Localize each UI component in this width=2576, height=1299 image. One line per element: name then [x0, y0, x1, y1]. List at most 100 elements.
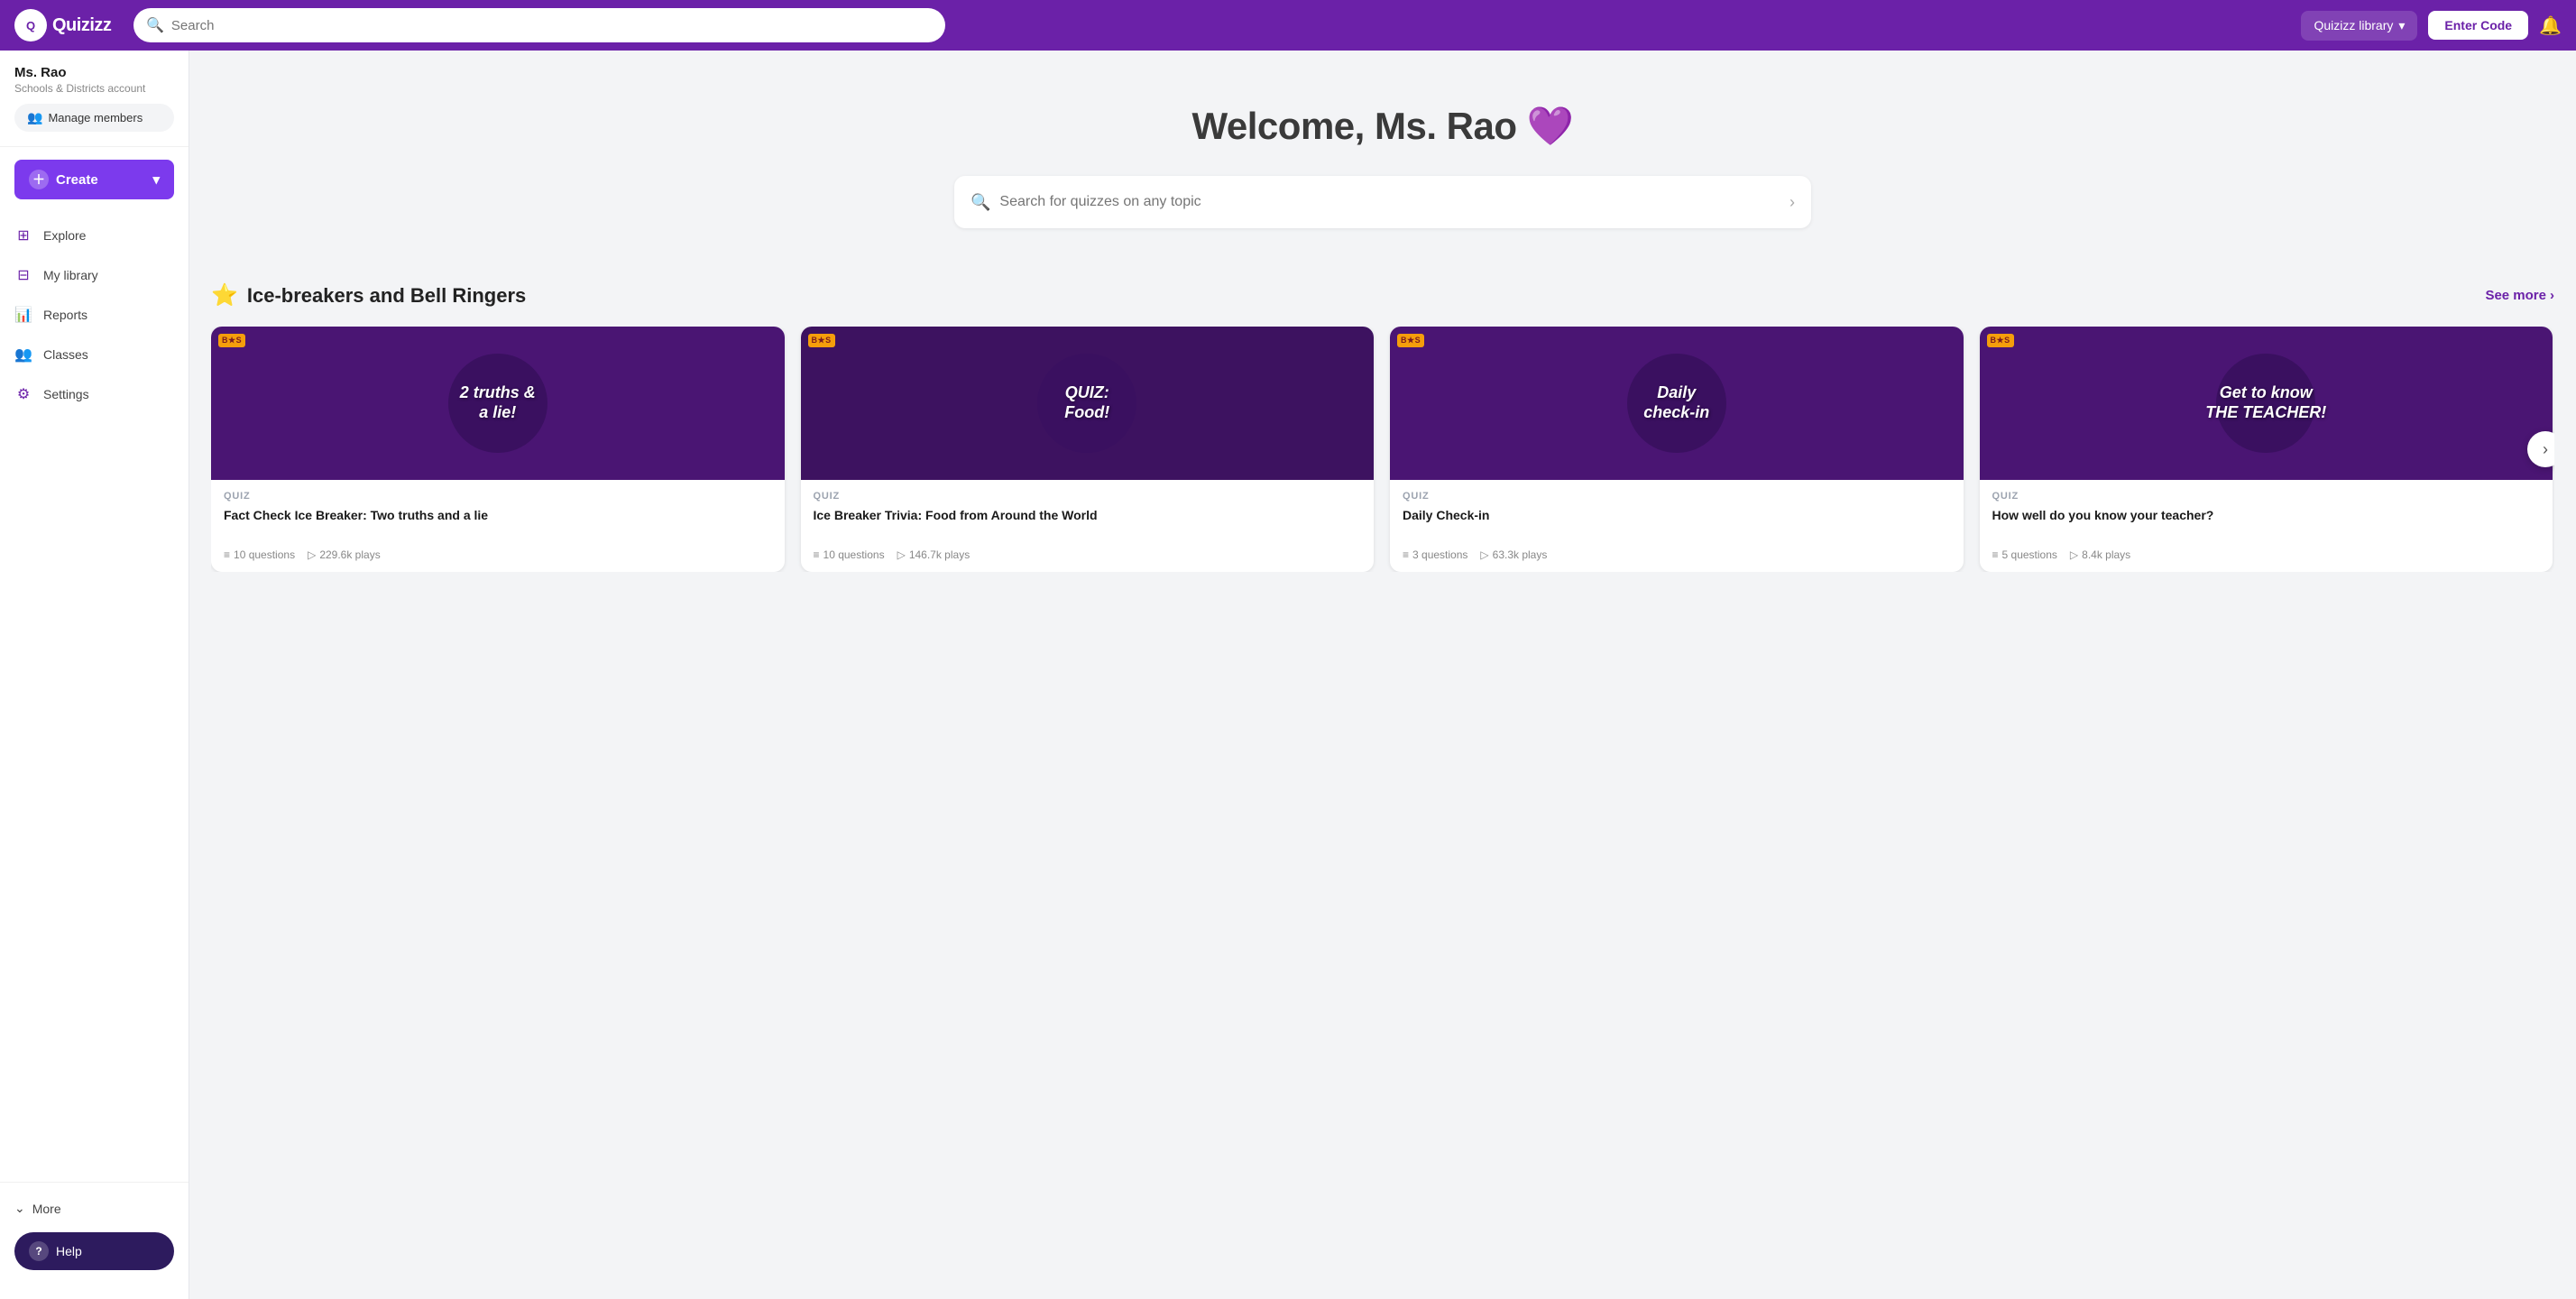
chevron-down-icon: ▾: [2398, 18, 2405, 33]
help-label: Help: [56, 1244, 82, 1258]
main-content: Welcome, Ms. Rao 💜 🔍 › ⭐ Ice-breakers an…: [189, 51, 2576, 1299]
section-title: ⭐ Ice-breakers and Bell Ringers: [211, 282, 526, 309]
sidebar-item-label-reports: Reports: [43, 308, 87, 322]
quiz-plays-meta: ▷ 63.3k plays: [1480, 548, 1547, 561]
quiz-card-info: QUIZ Ice Breaker Trivia: Food from Aroun…: [801, 480, 1375, 572]
quiz-card-info: QUIZ Daily Check-in ≡ 3 questions ▷ 63.3…: [1390, 480, 1964, 572]
quiz-questions-meta: ≡ 5 questions: [1992, 548, 2057, 561]
user-account-type: Schools & Districts account: [14, 82, 174, 95]
explore-icon: ⊞: [14, 226, 32, 244]
sidebar-item-explore[interactable]: ⊞ Explore: [0, 216, 189, 255]
help-button[interactable]: ? Help: [14, 1232, 174, 1270]
quiz-plays-meta: ▷ 146.7k plays: [897, 548, 971, 561]
quiz-card-badge: B★S: [808, 334, 835, 347]
create-button[interactable]: ＋ Create ▾: [14, 160, 174, 199]
quiz-section: ⭐ Ice-breakers and Bell Ringers See more…: [189, 255, 2576, 590]
topnav-search-bar[interactable]: 🔍: [133, 8, 945, 42]
quiz-label: QUIZ: [1992, 491, 2541, 502]
logo-icon: Q: [14, 9, 47, 41]
quiz-questions-count: 5 questions: [2002, 548, 2057, 561]
create-btn-left: ＋ Create: [29, 170, 98, 189]
quiz-card-image: B★S Dailycheck-in: [1390, 327, 1964, 480]
main-search-input[interactable]: [999, 194, 1780, 210]
quiz-card[interactable]: B★S QUIZ:Food! QUIZ Ice Breaker Trivia: …: [801, 327, 1375, 572]
quiz-card-badge: B★S: [1987, 334, 2014, 347]
quiz-questions-count: 10 questions: [823, 548, 885, 561]
quiz-questions-meta: ≡ 10 questions: [224, 548, 295, 561]
topnav: Q Quizizz 🔍 Quizizz library ▾ Enter Code…: [0, 0, 2576, 51]
topnav-search-input[interactable]: [171, 18, 933, 33]
nav-right: Quizizz library ▾ Enter Code 🔔: [2301, 11, 2562, 41]
quiz-card-title: Fact Check Ice Breaker: Two truths and a…: [224, 507, 772, 541]
section-header: ⭐ Ice-breakers and Bell Ringers See more…: [211, 282, 2554, 309]
see-more-arrow-icon: ›: [2550, 288, 2554, 303]
manage-members-label: Manage members: [48, 111, 143, 124]
sidebar-item-my-library[interactable]: ⊟ My library: [0, 255, 189, 295]
reports-icon: 📊: [14, 306, 32, 324]
settings-icon: ⚙: [14, 385, 32, 403]
quiz-card[interactable]: B★S Get to knowTHE TEACHER! QUIZ How wel…: [1980, 327, 2553, 572]
plays-icon: ▷: [2070, 548, 2078, 561]
quiz-label: QUIZ: [1403, 491, 1951, 502]
logo-initials: Q: [26, 19, 35, 32]
quiz-questions-count: 10 questions: [234, 548, 295, 561]
quiz-plays-count: 8.4k plays: [2082, 548, 2130, 561]
plays-icon: ▷: [897, 548, 906, 561]
quiz-label: QUIZ: [224, 491, 772, 502]
sidebar-item-label-classes: Classes: [43, 347, 88, 362]
welcome-section: Welcome, Ms. Rao 💜 🔍 ›: [189, 51, 2576, 255]
create-chevron-icon: ▾: [152, 171, 160, 188]
library-icon: ⊟: [14, 266, 32, 284]
quiz-card[interactable]: B★S 2 truths &a lie! QUIZ Fact Check Ice…: [211, 327, 785, 572]
sidebar-item-settings[interactable]: ⚙ Settings: [0, 374, 189, 414]
create-plus-icon: ＋: [29, 170, 49, 189]
plays-icon: ▷: [1480, 548, 1488, 561]
manage-members-button[interactable]: 👥 Manage members: [14, 104, 174, 132]
notification-bell-button[interactable]: 🔔: [2539, 14, 2562, 37]
library-label: Quizizz library: [2314, 18, 2393, 32]
quiz-card-overlay-text: 2 truths &a lie!: [456, 380, 539, 426]
sidebar-item-classes[interactable]: 👥 Classes: [0, 335, 189, 374]
quiz-plays-meta: ▷ 229.6k plays: [308, 548, 381, 561]
quiz-label: QUIZ: [814, 491, 1362, 502]
quiz-card-overlay-text: QUIZ:Food!: [1061, 380, 1113, 426]
quiz-plays-meta: ▷ 8.4k plays: [2070, 548, 2130, 561]
user-name: Ms. Rao: [14, 65, 174, 80]
questions-icon: ≡: [814, 548, 820, 561]
enter-code-button[interactable]: Enter Code: [2428, 11, 2528, 40]
library-button[interactable]: Quizizz library ▾: [2301, 11, 2417, 41]
plays-icon: ▷: [308, 548, 316, 561]
sidebar-item-label-library: My library: [43, 268, 98, 282]
user-info: Ms. Rao Schools & Districts account 👥 Ma…: [0, 65, 189, 147]
sidebar-item-label-explore: Explore: [43, 228, 86, 243]
quiz-meta: ≡ 10 questions ▷ 146.7k plays: [814, 548, 1362, 561]
main-search-bar[interactable]: 🔍 ›: [954, 176, 1811, 228]
sidebar-nav: ⊞ Explore ⊟ My library 📊 Reports 👥 Class…: [0, 212, 189, 1182]
classes-icon: 👥: [14, 345, 32, 364]
welcome-title: Welcome, Ms. Rao 💜: [207, 105, 2558, 149]
quiz-questions-meta: ≡ 10 questions: [814, 548, 885, 561]
quiz-card-overlay-text: Dailycheck-in: [1640, 380, 1713, 426]
quiz-card-overlay-text: Get to knowTHE TEACHER!: [2202, 380, 2330, 426]
app-layout: Ms. Rao Schools & Districts account 👥 Ma…: [0, 51, 2576, 1299]
sidebar-item-reports[interactable]: 📊 Reports: [0, 295, 189, 335]
main-search-icon: 🔍: [971, 193, 990, 212]
quiz-card-image: B★S Get to knowTHE TEACHER!: [1980, 327, 2553, 480]
quiz-questions-count: 3 questions: [1412, 548, 1467, 561]
questions-icon: ≡: [224, 548, 230, 561]
sidebar-bottom: ⌄ More ? Help: [0, 1182, 189, 1285]
quiz-meta: ≡ 5 questions ▷ 8.4k plays: [1992, 548, 2541, 561]
sidebar-item-label-settings: Settings: [43, 387, 89, 401]
questions-icon: ≡: [1403, 548, 1409, 561]
sidebar-more-item[interactable]: ⌄ More: [0, 1192, 189, 1225]
logo-area: Q Quizizz: [14, 9, 123, 41]
topnav-search-icon: 🔍: [146, 16, 164, 34]
chevron-down-icon-more: ⌄: [14, 1201, 25, 1216]
section-title-text: Ice-breakers and Bell Ringers: [247, 284, 526, 308]
see-more-button[interactable]: See more ›: [2485, 288, 2554, 303]
quiz-meta: ≡ 3 questions ▷ 63.3k plays: [1403, 548, 1951, 561]
quiz-card-info: QUIZ Fact Check Ice Breaker: Two truths …: [211, 480, 785, 572]
quiz-card[interactable]: B★S Dailycheck-in QUIZ Daily Check-in ≡ …: [1390, 327, 1964, 572]
quiz-cards-container: B★S 2 truths &a lie! QUIZ Fact Check Ice…: [211, 327, 2554, 572]
quiz-card-badge: B★S: [218, 334, 245, 347]
